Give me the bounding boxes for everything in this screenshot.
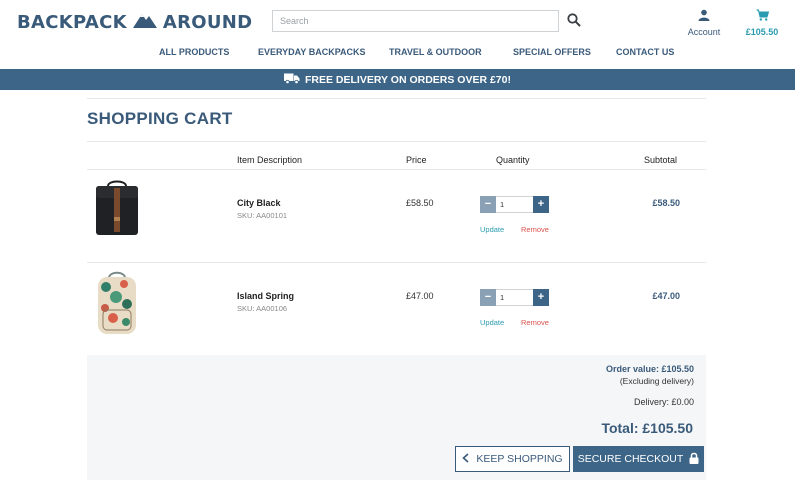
quantity-stepper: − +: [480, 289, 549, 306]
account-label: Account: [687, 27, 721, 37]
truck-icon: [284, 73, 305, 87]
item-subtotal: £58.50: [652, 198, 680, 208]
quantity-input[interactable]: [496, 289, 533, 306]
logo-text-backpack: BACKPACK: [17, 11, 127, 33]
page-title: SHOPPING CART: [87, 109, 233, 128]
nav-travel-outdoor[interactable]: TRAVEL & OUTDOOR: [389, 47, 482, 57]
update-link[interactable]: Update: [480, 225, 504, 234]
nav-contact-us[interactable]: CONTACT US: [616, 47, 674, 57]
order-total: Total: £105.50: [601, 420, 693, 436]
nav-special-offers[interactable]: SPECIAL OFFERS: [513, 47, 591, 57]
delivery-cost: Delivery: £0.00: [633, 397, 694, 407]
column-header-subtotal: Subtotal: [644, 155, 678, 165]
minus-icon[interactable]: −: [480, 289, 496, 306]
divider: [87, 262, 706, 263]
item-name[interactable]: Island Spring: [237, 291, 294, 301]
remove-link[interactable]: Remove: [521, 225, 549, 234]
order-value: Order value: £105.50: [605, 364, 694, 374]
keep-shopping-label: KEEP SHOPPING: [476, 453, 563, 465]
column-header-quantity: Quantity: [496, 155, 530, 165]
divider: [87, 141, 706, 142]
nav-all-products[interactable]: ALL PRODUCTS: [159, 47, 229, 57]
item-sku: SKU: AA00106: [237, 304, 288, 313]
logo[interactable]: BACKPACK AROUND: [17, 10, 252, 34]
chevron-left-icon: [462, 452, 476, 466]
nav-everyday-backpacks[interactable]: EVERYDAY BACKPACKS: [258, 47, 366, 57]
remove-link[interactable]: Remove: [521, 318, 549, 327]
secure-checkout-button[interactable]: SECURE CHECKOUT: [573, 446, 704, 472]
lock-icon: [683, 452, 699, 467]
quantity-input[interactable]: [496, 196, 533, 213]
excluding-delivery-note: (Excluding delivery): [619, 376, 694, 386]
cart-link[interactable]: £105.50: [740, 8, 784, 37]
product-image-island-spring[interactable]: [94, 270, 140, 341]
item-name[interactable]: City Black: [237, 198, 281, 208]
cart-icon: [756, 8, 769, 25]
cart-total: £105.50: [745, 27, 779, 37]
user-icon: [698, 8, 710, 25]
item-sku: SKU: AA00101: [237, 211, 288, 220]
divider: [87, 169, 706, 170]
checkout-label: SECURE CHECKOUT: [577, 453, 684, 465]
minus-icon[interactable]: −: [480, 196, 496, 213]
divider: [87, 98, 706, 99]
update-link[interactable]: Update: [480, 318, 504, 327]
logo-text-around: AROUND: [162, 11, 253, 33]
plus-icon[interactable]: +: [533, 196, 549, 213]
search-input[interactable]: [272, 10, 559, 32]
account-link[interactable]: Account: [684, 8, 724, 37]
banner-text: FREE DELIVERY ON ORDERS OVER £70!: [305, 73, 511, 86]
main-nav: ALL PRODUCTS EVERYDAY BACKPACKS TRAVEL &…: [0, 47, 797, 61]
quantity-stepper: − +: [480, 196, 549, 213]
keep-shopping-button[interactable]: KEEP SHOPPING: [455, 446, 570, 472]
item-price: £58.50: [406, 198, 434, 208]
mountain-logo-icon: [132, 11, 157, 33]
product-image-city-black[interactable]: [94, 179, 140, 242]
column-header-description: Item Description: [237, 155, 303, 165]
delivery-banner: FREE DELIVERY ON ORDERS OVER £70!: [0, 69, 795, 90]
search-icon[interactable]: [566, 12, 582, 28]
plus-icon[interactable]: +: [533, 289, 549, 306]
item-price: £47.00: [406, 291, 434, 301]
item-subtotal: £47.00: [652, 291, 680, 301]
column-header-price: Price: [406, 155, 427, 165]
